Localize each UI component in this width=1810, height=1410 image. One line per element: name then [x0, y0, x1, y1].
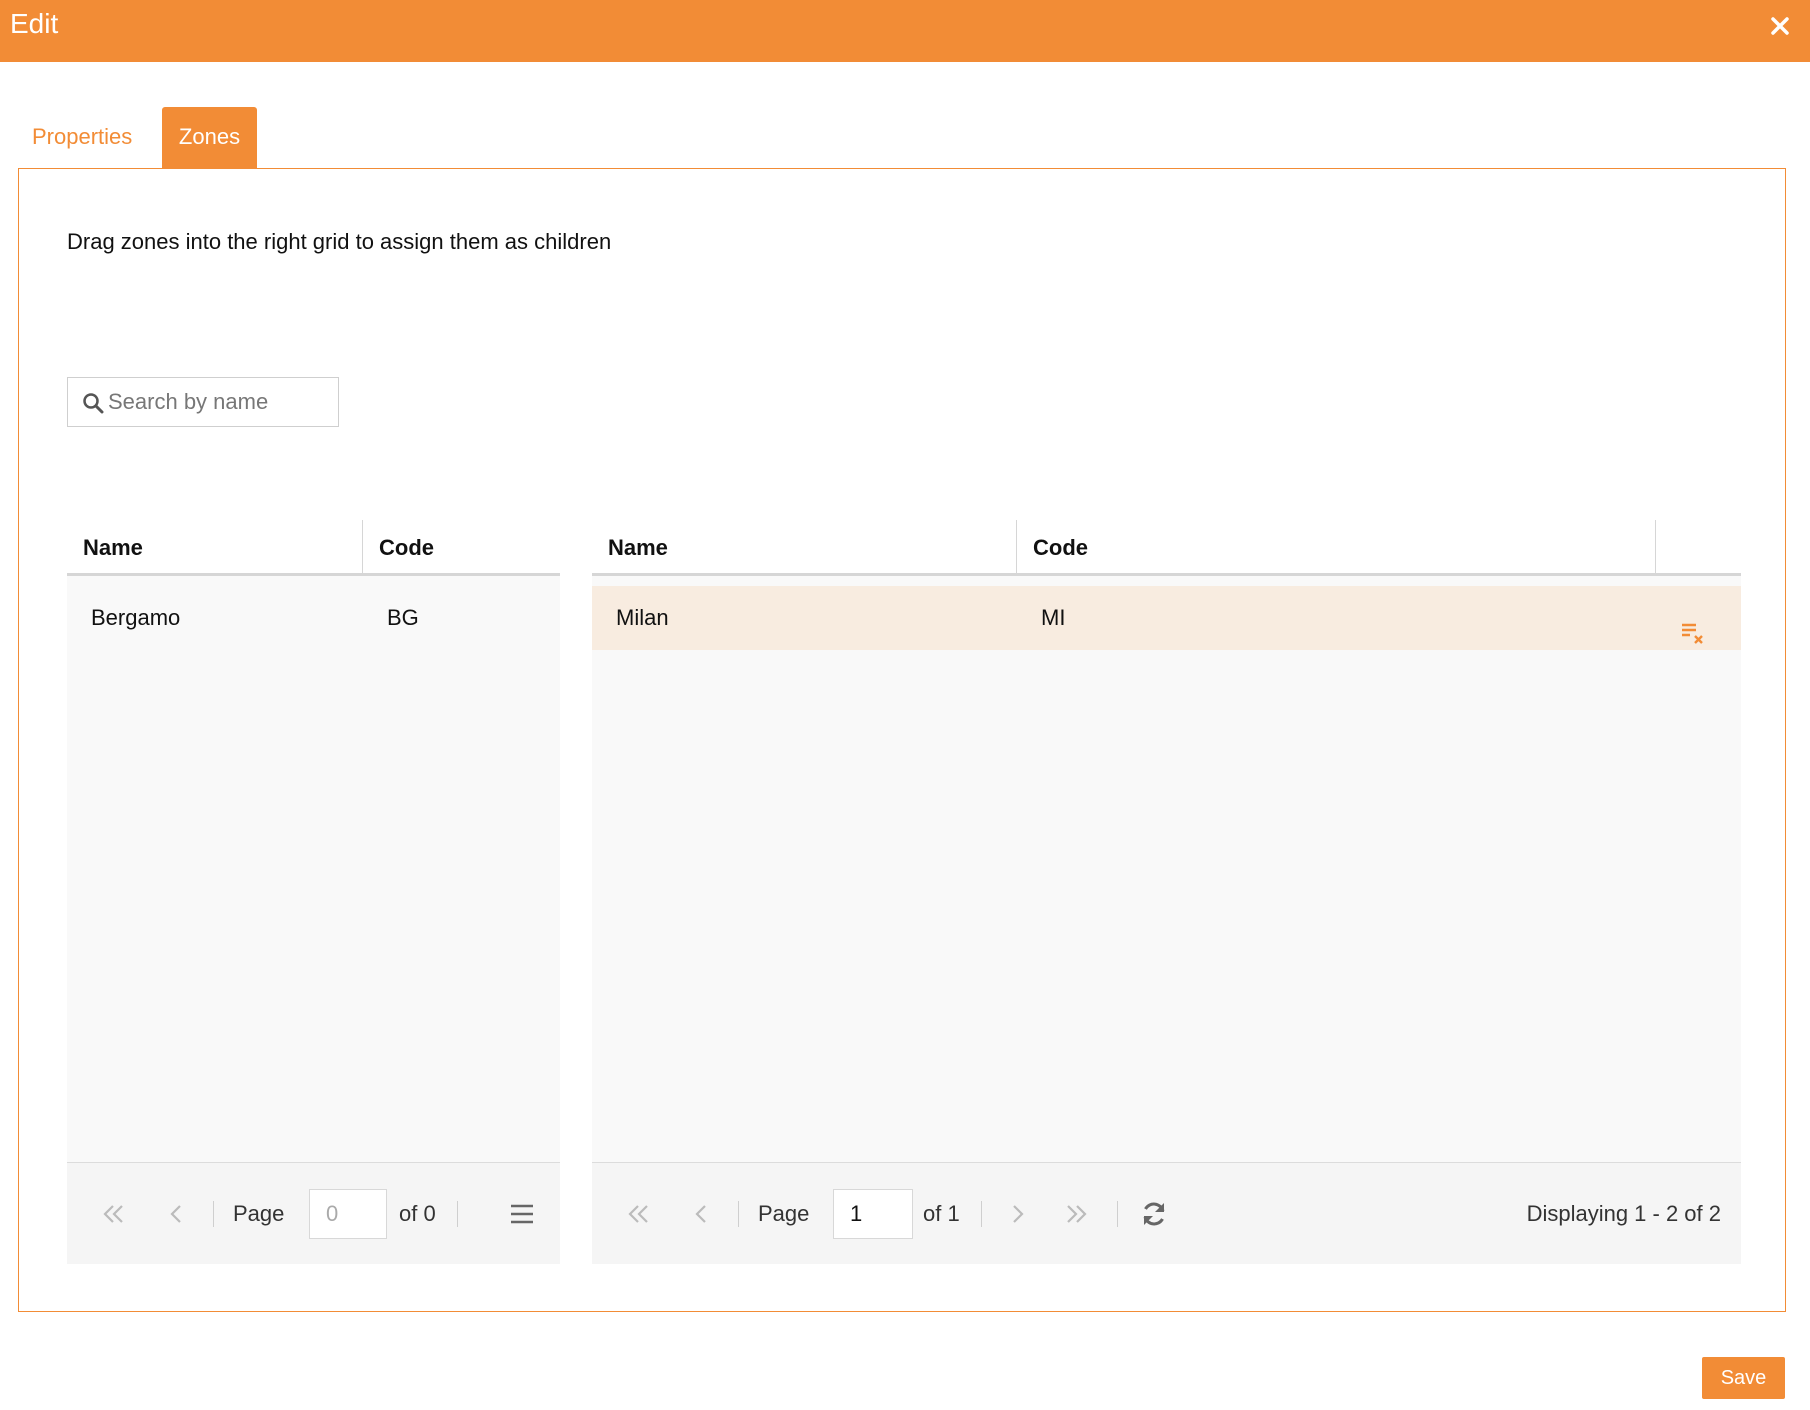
right-pager: Page 1 of 1 Displaying 1 - 2 of 2	[592, 1162, 1741, 1264]
assigned-zones-grid: Name Code Milan MI Page 1 of 1 Displayin…	[592, 520, 1741, 1264]
tab-properties[interactable]: Properties	[18, 107, 146, 169]
remove-row-button[interactable]	[1680, 606, 1706, 644]
column-header-name[interactable]: Name	[67, 520, 362, 576]
refresh-button[interactable]	[1137, 1197, 1171, 1231]
cell-code: MI	[1041, 605, 1066, 630]
page-label: Page	[233, 1201, 285, 1226]
prev-page-icon	[170, 1205, 181, 1223]
window-title: Edit	[10, 8, 59, 39]
cell-name: Milan	[616, 605, 669, 630]
prev-page-button[interactable]	[159, 1197, 193, 1231]
grid-header: Name Code	[592, 520, 1741, 576]
grid-header: Name Code	[67, 520, 560, 576]
refresh-icon	[1143, 1202, 1165, 1226]
cell-code: BG	[387, 605, 419, 630]
first-page-icon	[628, 1205, 648, 1223]
save-button[interactable]: Save	[1702, 1357, 1785, 1399]
instructions-text: Drag zones into the right grid to assign…	[67, 229, 612, 254]
column-separator	[1655, 520, 1656, 576]
last-page-button[interactable]	[1059, 1197, 1093, 1231]
remove-row-icon	[1682, 623, 1703, 644]
cell-name: Bergamo	[91, 605, 181, 630]
available-zones-grid: Name Code Bergamo BG Page 0 of 0	[67, 520, 560, 1264]
left-pager: Page 0 of 0	[67, 1162, 560, 1264]
search-input[interactable]	[108, 378, 336, 426]
pager-separator	[981, 1201, 982, 1227]
last-page-icon	[1067, 1205, 1087, 1223]
first-page-button[interactable]	[622, 1197, 656, 1231]
tab-zones[interactable]: Zones	[162, 107, 257, 169]
first-page-button[interactable]	[97, 1197, 131, 1231]
pager-separator	[738, 1201, 739, 1227]
menu-button[interactable]	[505, 1197, 539, 1231]
page-number-input[interactable]: 1	[833, 1189, 913, 1239]
table-row[interactable]: Milan MI	[592, 586, 1741, 650]
prev-page-button[interactable]	[684, 1197, 718, 1231]
column-header-code[interactable]: Code	[1017, 520, 1655, 576]
prev-page-icon	[695, 1205, 706, 1223]
page-label: Page	[758, 1201, 810, 1226]
next-page-icon	[1013, 1205, 1024, 1223]
first-page-icon	[103, 1205, 123, 1223]
title-bar: Edit	[0, 0, 1810, 62]
table-row[interactable]: Bergamo BG	[67, 586, 560, 650]
page-count-label: of 0	[399, 1201, 436, 1226]
next-page-button[interactable]	[1001, 1197, 1035, 1231]
column-header-code[interactable]: Code	[363, 520, 560, 576]
search-box[interactable]	[67, 377, 339, 427]
page-number-input[interactable]: 0	[309, 1189, 387, 1239]
menu-icon	[511, 1204, 533, 1224]
pager-separator	[457, 1201, 458, 1227]
page-count-label: of 1	[923, 1201, 960, 1226]
pager-separator	[1117, 1201, 1118, 1227]
pager-separator	[213, 1201, 214, 1227]
search-icon	[83, 393, 104, 414]
column-header-name[interactable]: Name	[592, 520, 1016, 576]
close-icon	[1771, 17, 1789, 35]
close-button[interactable]	[1760, 6, 1800, 46]
displaying-label: Displaying 1 - 2 of 2	[1526, 1201, 1721, 1226]
